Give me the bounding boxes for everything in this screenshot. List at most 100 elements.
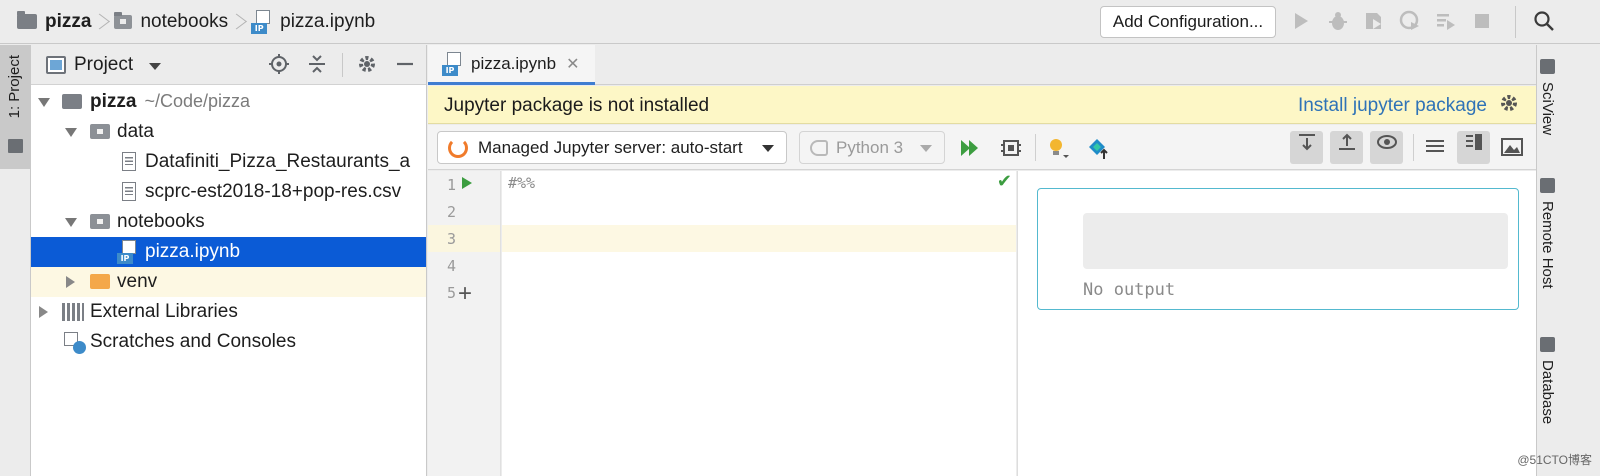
tree-item-notebooks-folder[interactable]: notebooks (31, 207, 426, 237)
deploy-icon[interactable] (1085, 135, 1111, 161)
move-cell-up-icon[interactable] (1330, 131, 1363, 164)
editor-only-icon[interactable] (1422, 134, 1448, 160)
kernel-select[interactable]: Python 3 (799, 131, 945, 164)
run-icon[interactable] (1289, 10, 1313, 34)
add-configuration-button[interactable]: Add Configuration... (1100, 6, 1276, 38)
search-icon[interactable] (1532, 10, 1556, 34)
folder-icon (17, 11, 37, 29)
breadcrumb-file-label: pizza.ipynb (280, 10, 376, 32)
install-jupyter-link[interactable]: Install jupyter package (1298, 95, 1487, 117)
breadcrumb-notebooks-label: notebooks (140, 10, 229, 32)
tree-item-file[interactable]: Datafiniti_Pizza_Restaurants_a (31, 147, 426, 177)
tree-item-label: Datafiniti_Pizza_Restaurants_a (145, 151, 411, 172)
banner-message: Jupyter package is not installed (444, 95, 710, 116)
code-editor[interactable]: #%% ✔ (502, 171, 1016, 476)
tree-item-notebook-selected[interactable]: IP pizza.ipynb (31, 237, 426, 267)
remote-host-tab-label: Remote Host (1539, 201, 1556, 289)
editor-tab-label: pizza.ipynb (471, 53, 557, 73)
notebook-file-icon: IP (251, 9, 273, 34)
remote-host-icon (1540, 178, 1555, 193)
chevron-down-icon[interactable] (65, 128, 77, 137)
debug-icon[interactable] (1326, 10, 1350, 34)
breadcrumb-separator (228, 0, 251, 44)
run-all-icon[interactable] (957, 135, 983, 161)
editor-tab-bar: IP pizza.ipynb ✕ (428, 45, 1536, 85)
breadcrumb-pizza[interactable]: pizza (17, 0, 91, 44)
database-icon (1540, 337, 1555, 352)
tree-root-name: pizza (90, 91, 137, 112)
header-divider (342, 53, 343, 77)
tree-item-pizza-root[interactable]: pizza ~/Code/pizza (31, 87, 426, 117)
breadcrumb-notebooks[interactable]: notebooks (114, 0, 228, 44)
split-view-icon[interactable] (1457, 131, 1490, 164)
project-tree: pizza ~/Code/pizza data Datafiniti_Pizza_… (31, 87, 426, 357)
tree-item-label: venv (117, 271, 158, 292)
chevron-right-icon[interactable] (66, 276, 75, 288)
coverage-icon[interactable] (1362, 10, 1386, 34)
check-icon: ✔ (996, 171, 1012, 191)
code-line: #%% (508, 174, 536, 192)
folder-icon (62, 94, 82, 109)
move-cell-down-icon[interactable] (1290, 131, 1323, 164)
chevron-down-icon[interactable] (65, 218, 77, 227)
run-cell-icon[interactable] (462, 177, 472, 189)
minimize-icon[interactable] (393, 53, 417, 77)
toolbar-divider (1515, 6, 1516, 38)
project-window-icon (46, 56, 66, 74)
eye-icon[interactable] (1370, 131, 1403, 164)
scratches-icon (64, 332, 86, 354)
project-view-selector[interactable]: Project (74, 54, 133, 76)
cell-output-card[interactable]: No output (1037, 188, 1519, 310)
project-tool-window-tab[interactable]: 1: Project (0, 45, 31, 169)
line-number: 5 (446, 284, 456, 302)
gear-icon[interactable] (1498, 92, 1520, 120)
notebook-toolbar: Managed Jupyter server: auto-start Pytho… (428, 125, 1536, 170)
chevron-down-icon[interactable] (38, 98, 50, 107)
tree-root-path: ~/Code/pizza (144, 91, 251, 111)
navigation-bar: pizza notebooks IP pizza.ipynb (0, 0, 1600, 44)
sciview-tab[interactable]: SciView (1539, 59, 1556, 135)
jupyter-server-select[interactable]: Managed Jupyter server: auto-start (437, 131, 787, 164)
line-number: 1 (446, 176, 456, 194)
chevron-down-icon (762, 145, 774, 152)
tree-item-scratches[interactable]: Scratches and Consoles (31, 327, 426, 357)
add-cell-icon[interactable]: + (458, 282, 472, 306)
interrupt-kernel-icon[interactable] (998, 135, 1024, 161)
database-tab-label: Database (1539, 360, 1556, 425)
close-icon[interactable]: ✕ (566, 54, 579, 74)
line-number: 4 (446, 257, 456, 275)
tree-item-label: Scratches and Consoles (90, 331, 296, 352)
stop-icon[interactable] (1470, 10, 1494, 34)
cell-input-preview (1083, 213, 1508, 269)
text-file-icon (122, 152, 136, 171)
profile-icon[interactable] (1398, 10, 1422, 34)
remote-host-tab[interactable]: Remote Host (1539, 178, 1556, 289)
tree-item-venv-folder[interactable]: venv (31, 267, 426, 297)
concurrency-icon[interactable] (1434, 10, 1458, 34)
project-panel: Project pizza ~/Code/pizza data Datafini… (31, 45, 427, 476)
tree-item-file[interactable]: scprc-est2018-18+pop-res.csv (31, 177, 426, 207)
notebook-file-icon: IP (442, 51, 464, 76)
gear-icon[interactable] (355, 53, 379, 77)
breadcrumb-notebook-file[interactable]: IP pizza.ipynb (251, 0, 375, 44)
watermark: @51CTO博客 (1517, 453, 1592, 467)
chevron-down-icon[interactable] (149, 63, 161, 70)
chevron-right-icon[interactable] (39, 306, 48, 318)
database-tab[interactable]: Database (1539, 337, 1556, 424)
lightbulb-icon[interactable] (1045, 135, 1071, 161)
tree-item-label: External Libraries (90, 301, 238, 322)
toolbar-divider (1413, 134, 1414, 161)
tree-item-external-libraries[interactable]: External Libraries (31, 297, 426, 327)
sciview-icon (1540, 59, 1555, 74)
tree-item-label: data (117, 121, 154, 142)
left-tool-stripe: 1: Project (0, 45, 31, 476)
tree-item-label: scprc-est2018-18+pop-res.csv (145, 181, 402, 202)
tree-item-data-folder[interactable]: data (31, 117, 426, 147)
preview-only-icon[interactable] (1499, 134, 1525, 160)
breadcrumb-separator (91, 0, 114, 44)
folder-icon (90, 124, 110, 139)
project-panel-header: Project (31, 45, 426, 85)
editor-tab-pizza-ipynb[interactable]: IP pizza.ipynb ✕ (428, 45, 595, 85)
locate-icon[interactable] (267, 53, 291, 77)
collapse-all-icon[interactable] (305, 53, 329, 77)
